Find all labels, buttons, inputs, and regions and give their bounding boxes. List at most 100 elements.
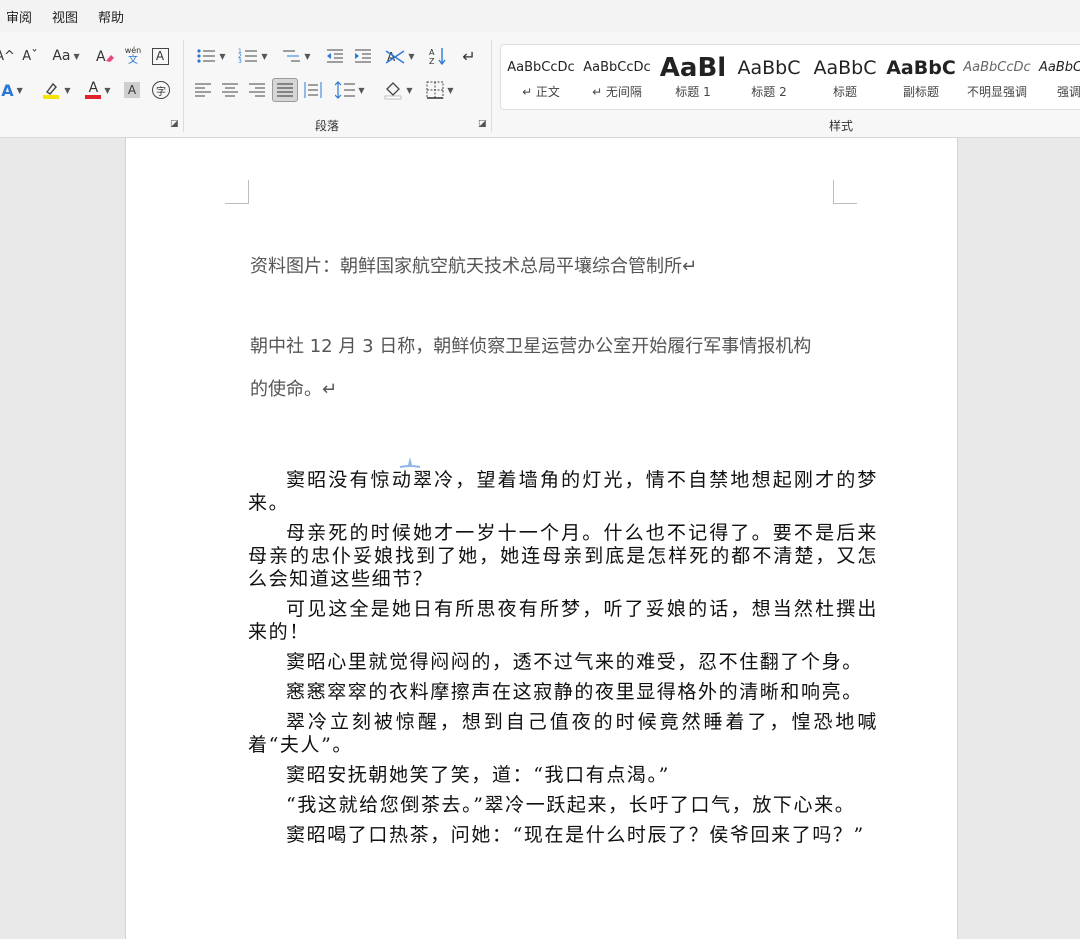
style-title[interactable]: AaBbC 标题 — [807, 45, 883, 109]
style-label: 标题 — [832, 85, 857, 99]
style-emphasis[interactable]: AaBbCc 强调 — [1035, 45, 1080, 109]
change-case-icon: Aa — [52, 48, 71, 64]
align-right-icon — [249, 83, 265, 97]
svg-text:A: A — [429, 48, 435, 57]
highlight-color-button[interactable]: ▼ — [38, 78, 74, 102]
chevron-down-icon: ▼ — [447, 85, 454, 95]
font-color-button[interactable]: A ▼ — [80, 78, 116, 102]
ribbon: A^ Aˇ Aa▼ A wén 文 A A▼ ▼ A ▼ A 字 — [0, 32, 1080, 138]
chevron-down-icon: ▼ — [73, 51, 80, 61]
style-sample: AaBl — [659, 55, 727, 81]
menu-bar: 审阅 视图 帮助 — [0, 0, 1080, 32]
menu-view[interactable]: 视图 — [52, 7, 78, 26]
font-color-bar — [85, 95, 102, 99]
font-dialog-launcher-icon[interactable]: ◪ — [170, 119, 179, 129]
chevron-down-icon: ▼ — [16, 85, 23, 95]
style-subtitle[interactable]: AaBbC 副标题 — [883, 45, 959, 109]
image-caption-2-line-2: 的使命。↵ — [250, 379, 338, 400]
margin-mark-top-left — [225, 180, 249, 204]
paragraph-dialog-launcher-icon[interactable]: ◪ — [478, 119, 487, 129]
phonetic-bottom-text: 文 — [128, 55, 138, 66]
svg-text:A: A — [96, 49, 106, 65]
style-sample: AaBbC — [886, 57, 956, 79]
style-label: 标题 1 — [675, 85, 711, 99]
svg-text:3: 3 — [238, 58, 242, 65]
styles-gallery: AaBbCcDc ↵ 正文 AaBbCcDc ↵ 无间隔 AaBl 标题 1 A… — [500, 44, 1080, 110]
change-case-button[interactable]: Aa ▼ — [48, 44, 84, 68]
phonetic-guide-button[interactable]: wén 文 — [122, 44, 144, 68]
style-heading-1[interactable]: AaBl 标题 1 — [655, 45, 731, 109]
paragraph: 窦昭心里就觉得闷闷的，透不过气来的难受，忍不住翻了个身。 — [286, 651, 863, 673]
align-center-icon — [222, 83, 238, 97]
menu-help[interactable]: 帮助 — [98, 7, 124, 26]
chevron-down-icon: ▼ — [406, 85, 413, 95]
chinese-layout-button[interactable]: A ▼ — [382, 44, 418, 68]
enclose-characters-button[interactable]: 字 — [150, 78, 172, 102]
enclose-characters-icon: 字 — [152, 81, 170, 99]
character-border-button[interactable]: A — [150, 44, 170, 68]
image-caption-2-line-1: 朝中社 12 月 3 日称，朝鲜侦察卫星运营办公室开始履行军事情报机构 — [250, 336, 812, 357]
grow-font-button[interactable]: A^ — [0, 44, 15, 68]
line-spacing-button[interactable]: ▼ — [332, 78, 368, 102]
sort-button[interactable]: AZ — [426, 44, 450, 68]
chevron-down-icon: ▼ — [408, 51, 415, 61]
line-spacing-icon — [335, 81, 356, 99]
paragraph-group-label: 段落 — [315, 119, 340, 133]
show-formatting-marks-button[interactable]: ↵ — [458, 44, 480, 68]
align-center-button[interactable] — [219, 78, 241, 102]
decrease-indent-button[interactable] — [324, 44, 346, 68]
style-heading-2[interactable]: AaBbC 标题 2 — [731, 45, 807, 109]
clear-formatting-button[interactable]: A — [94, 44, 116, 68]
style-normal[interactable]: AaBbCcDc ↵ 正文 — [503, 45, 579, 109]
shading-button[interactable]: ▼ — [380, 78, 416, 102]
distributed-icon — [304, 82, 322, 98]
align-left-button[interactable] — [192, 78, 214, 102]
justify-button[interactable] — [272, 78, 298, 102]
style-no-spacing[interactable]: AaBbCcDc ↵ 无间隔 — [579, 45, 655, 109]
menu-review[interactable]: 审阅 — [6, 7, 32, 26]
svg-text:Z: Z — [429, 57, 435, 66]
style-sample: AaBbCcDc — [507, 60, 575, 75]
paragraph: 母亲死的时候她才一岁十一个月。什么也不记得了。要不是后来母亲的忠仆妥娘找到了她，… — [248, 522, 878, 590]
increase-indent-button[interactable] — [352, 44, 374, 68]
chevron-down-icon: ▼ — [261, 51, 268, 61]
multilevel-list-button[interactable]: ▼ — [278, 44, 314, 68]
character-border-icon: A — [151, 47, 169, 65]
increase-indent-icon — [355, 49, 371, 63]
multilevel-list-icon — [283, 50, 301, 62]
paragraph: 窸窸窣窣的衣料摩擦声在这寂静的夜里显得格外的清晰和响亮。 — [286, 681, 863, 703]
character-shading-button[interactable]: A — [122, 78, 142, 102]
text-effect-button[interactable]: A ▼ — [0, 78, 28, 102]
chevron-down-icon: ▼ — [104, 85, 111, 95]
chevron-down-icon: ▼ — [64, 85, 71, 95]
clear-formatting-icon: A — [96, 49, 114, 65]
borders-button[interactable]: ▼ — [422, 78, 458, 102]
bullets-button[interactable]: ▼ — [192, 44, 230, 68]
align-left-icon — [195, 83, 211, 97]
style-label: 标题 2 — [751, 85, 787, 99]
paragraph: 窦昭安抚朝她笑了笑，道：“我口有点渴。” — [286, 764, 670, 786]
chevron-down-icon: ▼ — [358, 85, 365, 95]
paragraph: 窦昭没有惊动翠冷，望着墙角的灯光，情不自禁地想起刚才的梦来。 — [248, 469, 878, 514]
style-sample: AaBbC — [813, 57, 877, 79]
align-right-button[interactable] — [246, 78, 268, 102]
style-label: 强调 — [1057, 85, 1080, 99]
style-sample: AaBbCcDc — [963, 60, 1031, 75]
style-sample: AaBbCc — [1039, 60, 1080, 75]
sort-icon: AZ — [429, 48, 446, 66]
style-subtle-emphasis[interactable]: AaBbCcDc 不明显强调 — [959, 45, 1035, 109]
group-separator — [491, 40, 492, 132]
story-text[interactable]: 窦昭没有惊动翠冷，望着墙角的灯光，情不自禁地想起刚才的梦来。 母亲死的时候她才一… — [248, 469, 878, 854]
shrink-font-button[interactable]: Aˇ — [20, 44, 40, 68]
paragraph: 翠冷立刻被惊醒，想到自己值夜的时候竟然睡着了，惶恐地喊着“夫人”。 — [248, 711, 878, 756]
image-caption-1: 资料图片：朝鲜国家航空航天技术总局平壤综合管制所↵ — [250, 256, 698, 277]
shrink-font-icon: Aˇ — [22, 48, 38, 64]
margin-mark-top-right — [833, 180, 857, 204]
bullet-list-icon — [197, 49, 216, 63]
font-color-icon: A — [85, 81, 102, 99]
distributed-button[interactable] — [302, 78, 324, 102]
style-label: ↵ 无间隔 — [592, 85, 642, 99]
numbering-button[interactable]: 123 ▼ — [234, 44, 272, 68]
group-separator — [183, 40, 184, 132]
text-effect-icon: A — [1, 80, 14, 100]
